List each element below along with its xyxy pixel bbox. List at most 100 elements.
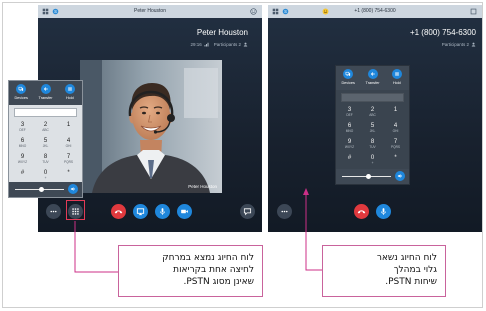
dialpad-key-6[interactable]: 6 MNO bbox=[11, 135, 34, 151]
dialpad-key-6[interactable]: 6 MNO bbox=[338, 120, 361, 136]
screen-share-button[interactable] bbox=[132, 203, 148, 219]
dialpad-number-input[interactable] bbox=[14, 108, 77, 117]
chat-icon bbox=[243, 207, 251, 215]
transfer-label: Transfer bbox=[365, 81, 380, 85]
key-letters: ABC bbox=[42, 128, 49, 132]
dialpad-key-8[interactable]: 8 TUV bbox=[34, 151, 57, 167]
dialpad-key-7[interactable]: 7 PQRS bbox=[384, 136, 407, 152]
window-options-icon[interactable] bbox=[470, 8, 477, 15]
dialpad-key-3[interactable]: 3 DEF bbox=[338, 104, 361, 120]
call-meta: 2 Participants 29:16 bbox=[190, 42, 248, 47]
microphone-button[interactable] bbox=[375, 203, 391, 219]
transfer-icon bbox=[370, 72, 375, 76]
callout-left: לוח החיוג נמצא במרחק לחיצה אחת בקריאות ש… bbox=[118, 245, 263, 297]
window-menu-icon[interactable] bbox=[272, 8, 279, 15]
dialpad-key-8[interactable]: 8 TUV bbox=[361, 136, 384, 152]
video-button[interactable] bbox=[176, 203, 192, 219]
signal-icon bbox=[204, 42, 209, 47]
dialpad-button-highlight bbox=[66, 200, 85, 220]
transfer-circle bbox=[367, 69, 378, 79]
transfer-circle bbox=[40, 84, 51, 94]
more-options-button[interactable] bbox=[45, 203, 61, 219]
dialpad-key-9[interactable]: 9 WXYZ bbox=[11, 151, 34, 167]
dialpad-key-7[interactable]: 7 PQRS bbox=[57, 151, 80, 167]
hangup-button[interactable] bbox=[110, 203, 126, 219]
key-letters: DEF bbox=[346, 113, 353, 117]
devices-button[interactable]: Devices bbox=[9, 81, 33, 105]
devices-icon bbox=[18, 86, 24, 91]
dialpad-key-5[interactable]: 5 JKL bbox=[34, 135, 57, 151]
transfer-button[interactable]: Transfer bbox=[361, 66, 385, 90]
key-letters: MNO bbox=[18, 144, 27, 148]
hold-button[interactable]: Hold bbox=[58, 81, 82, 105]
video-feed: Peter Houston bbox=[80, 60, 222, 193]
more-options-icon bbox=[49, 210, 57, 212]
speaker-button[interactable] bbox=[395, 171, 405, 181]
dialpad-key-1[interactable]: 1 bbox=[57, 119, 80, 135]
dialpad-key-2[interactable]: 2 ABC bbox=[34, 119, 57, 135]
dialpad-key-star[interactable]: * bbox=[384, 152, 407, 168]
window-title: Peter Houston bbox=[134, 8, 166, 14]
transfer-icon bbox=[43, 87, 48, 91]
key-digit: * bbox=[67, 170, 70, 176]
devices-label: Devices bbox=[341, 81, 355, 85]
call-timer: 29:16 bbox=[190, 42, 209, 47]
transfer-button[interactable]: Transfer bbox=[34, 81, 58, 105]
participants-info[interactable]: 2 Participants bbox=[442, 42, 476, 47]
more-options-icon bbox=[280, 210, 288, 212]
emoji-icon[interactable] bbox=[250, 8, 257, 15]
participants-info[interactable]: 2 Participants bbox=[214, 42, 248, 47]
key-letters: GHI bbox=[392, 129, 399, 133]
video-caller-label: Peter Houston bbox=[188, 184, 217, 189]
hangup-icon bbox=[114, 209, 122, 213]
window-title: +1 (800) 754-6300 bbox=[354, 8, 396, 14]
volume-knob[interactable] bbox=[366, 174, 372, 179]
devices-button[interactable]: Devices bbox=[336, 66, 360, 90]
key-digit: 1 bbox=[66, 122, 71, 128]
callout-line: לוח החיוג נמצא במרחק bbox=[162, 253, 254, 263]
svg-text:S: S bbox=[284, 9, 287, 14]
key-digit: 1 bbox=[393, 107, 398, 113]
devices-label: Devices bbox=[14, 96, 28, 100]
key-letters: JKL bbox=[369, 129, 376, 133]
dialpad-key-4[interactable]: 4 GHI bbox=[384, 120, 407, 136]
hangup-icon bbox=[357, 209, 365, 213]
contact-name: Peter Houston bbox=[196, 28, 248, 37]
hold-button[interactable]: Hold bbox=[385, 66, 409, 90]
callout-right: לוח החיוג נשאר גלוי במהלך שיחות PSTN. bbox=[322, 245, 446, 297]
microphone-button[interactable] bbox=[154, 203, 170, 219]
devices-icon bbox=[345, 71, 351, 76]
volume-slider[interactable] bbox=[336, 169, 409, 184]
chat-button[interactable] bbox=[239, 203, 255, 219]
key-digit: * bbox=[394, 155, 397, 161]
key-letters: TUV bbox=[42, 160, 49, 164]
dialpad-key-9[interactable]: 9 WXYZ bbox=[338, 136, 361, 152]
key-letters: JKL bbox=[42, 144, 49, 148]
window-menu-icon[interactable] bbox=[42, 8, 49, 15]
volume-slider[interactable] bbox=[9, 182, 82, 197]
microphone-icon bbox=[380, 207, 386, 215]
svg-text:S: S bbox=[54, 9, 57, 14]
call-duration: 29:16 bbox=[190, 42, 202, 47]
key-letters: MNO bbox=[345, 129, 354, 133]
dialpad-key-5[interactable]: 5 JKL bbox=[361, 120, 384, 136]
more-options-button[interactable] bbox=[276, 203, 292, 219]
dialpad-key-3[interactable]: 3 DEF bbox=[11, 119, 34, 135]
key-letters: PQRS bbox=[63, 160, 74, 164]
speaker-icon bbox=[70, 187, 75, 191]
dialpad-key-4[interactable]: 4 GHI bbox=[57, 135, 80, 151]
volume-knob[interactable] bbox=[39, 187, 45, 192]
speaker-button[interactable] bbox=[68, 184, 78, 194]
dialpad-key-star[interactable]: * bbox=[57, 167, 80, 183]
dialpad-key-hash[interactable]: # bbox=[11, 167, 34, 183]
dialpad-key-hash[interactable]: # bbox=[338, 152, 361, 168]
dialpad-key-1[interactable]: 1 bbox=[384, 104, 407, 120]
hangup-button[interactable] bbox=[353, 203, 369, 219]
callout-line: שיחות PSTN. bbox=[385, 277, 437, 287]
dialpad-key-0[interactable]: 0 + bbox=[34, 167, 57, 183]
hold-label: Hold bbox=[392, 81, 401, 85]
dialpad-key-2[interactable]: 2 ABC bbox=[361, 104, 384, 120]
dialpad-key-0[interactable]: 0 + bbox=[361, 152, 384, 168]
participants-icon bbox=[243, 42, 248, 47]
dialpad-number-input[interactable] bbox=[341, 93, 404, 102]
